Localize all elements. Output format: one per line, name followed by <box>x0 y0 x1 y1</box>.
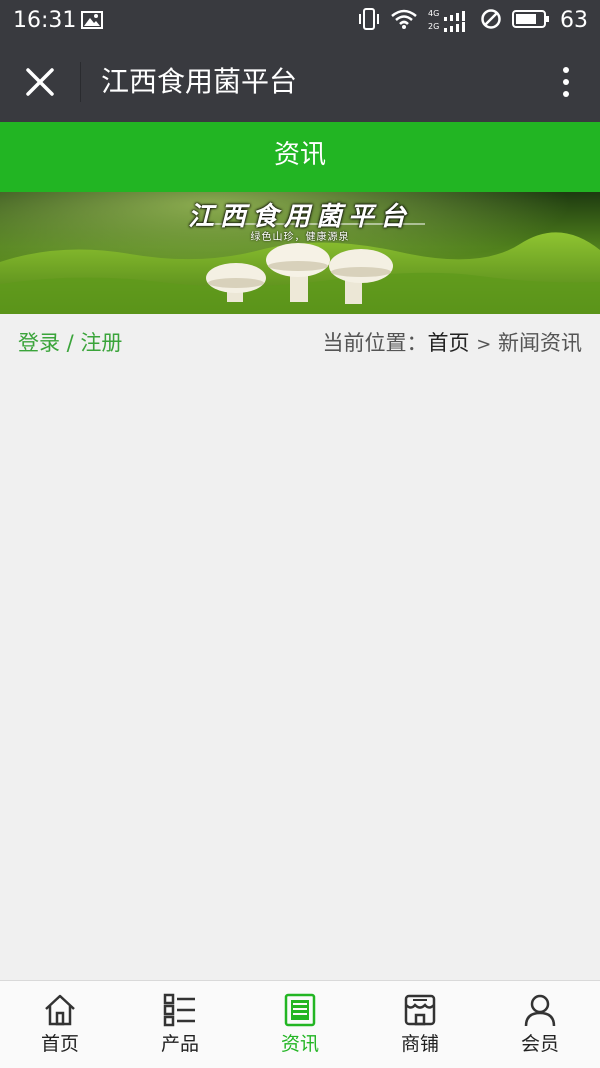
signal-icon: 4G 2G <box>428 8 470 34</box>
page-title: 资讯 <box>0 122 600 192</box>
tab-label: 产品 <box>160 1033 199 1055</box>
tab-label: 资讯 <box>280 1033 319 1055</box>
breadcrumb-current: 新闻资讯 <box>498 331 582 355</box>
banner-subtitle: 绿色山珍，健康源泉 <box>250 232 350 243</box>
tab-label: 商铺 <box>400 1033 439 1055</box>
tab-label: 会员 <box>520 1033 559 1055</box>
close-icon[interactable] <box>22 64 58 100</box>
tab-news[interactable]: 资讯 <box>240 981 360 1068</box>
shop-icon <box>404 994 436 1026</box>
tab-products[interactable]: 产品 <box>120 981 240 1068</box>
tab-member[interactable]: 会员 <box>480 981 600 1068</box>
battery-level: 63 <box>560 8 588 33</box>
title-bar: 江西食用菌平台 <box>0 42 600 122</box>
list-icon <box>163 993 195 1027</box>
news-icon <box>284 993 316 1027</box>
breadcrumb: 当前位置：首页 > 新闻资讯 <box>323 328 582 360</box>
breadcrumb-prefix: 当前位置： <box>322 331 428 355</box>
do-not-disturb-icon <box>480 8 502 34</box>
network-4g-label: 4G <box>428 9 440 18</box>
breadcrumb-home-link[interactable]: 首页 <box>428 331 470 355</box>
breadcrumb-separator: > <box>476 334 492 355</box>
battery-icon <box>512 9 550 33</box>
window-title: 江西食用菌平台 <box>101 65 298 98</box>
info-row: 登录 / 注册 当前位置：首页 > 新闻资讯 <box>0 314 600 374</box>
image-notification-icon <box>81 11 103 33</box>
vibrate-icon <box>358 7 380 35</box>
wifi-icon <box>390 8 418 34</box>
tab-shop[interactable]: 商铺 <box>360 981 480 1068</box>
login-register-link[interactable]: 登录 / 注册 <box>18 328 122 358</box>
more-vertical-icon[interactable] <box>556 64 576 100</box>
tab-label: 首页 <box>40 1033 79 1055</box>
title-divider <box>80 62 81 102</box>
status-bar: 16:31 4G 2G 63 <box>0 0 600 42</box>
home-icon <box>45 994 75 1026</box>
network-2g-label: 2G <box>428 22 440 31</box>
user-icon <box>524 994 556 1027</box>
bottom-tab-bar: 首页 产品 资讯 商铺 会员 <box>0 980 600 1068</box>
status-time: 16:31 <box>13 8 77 33</box>
status-icons: 4G 2G 63 <box>358 6 588 36</box>
tab-home[interactable]: 首页 <box>0 981 120 1068</box>
